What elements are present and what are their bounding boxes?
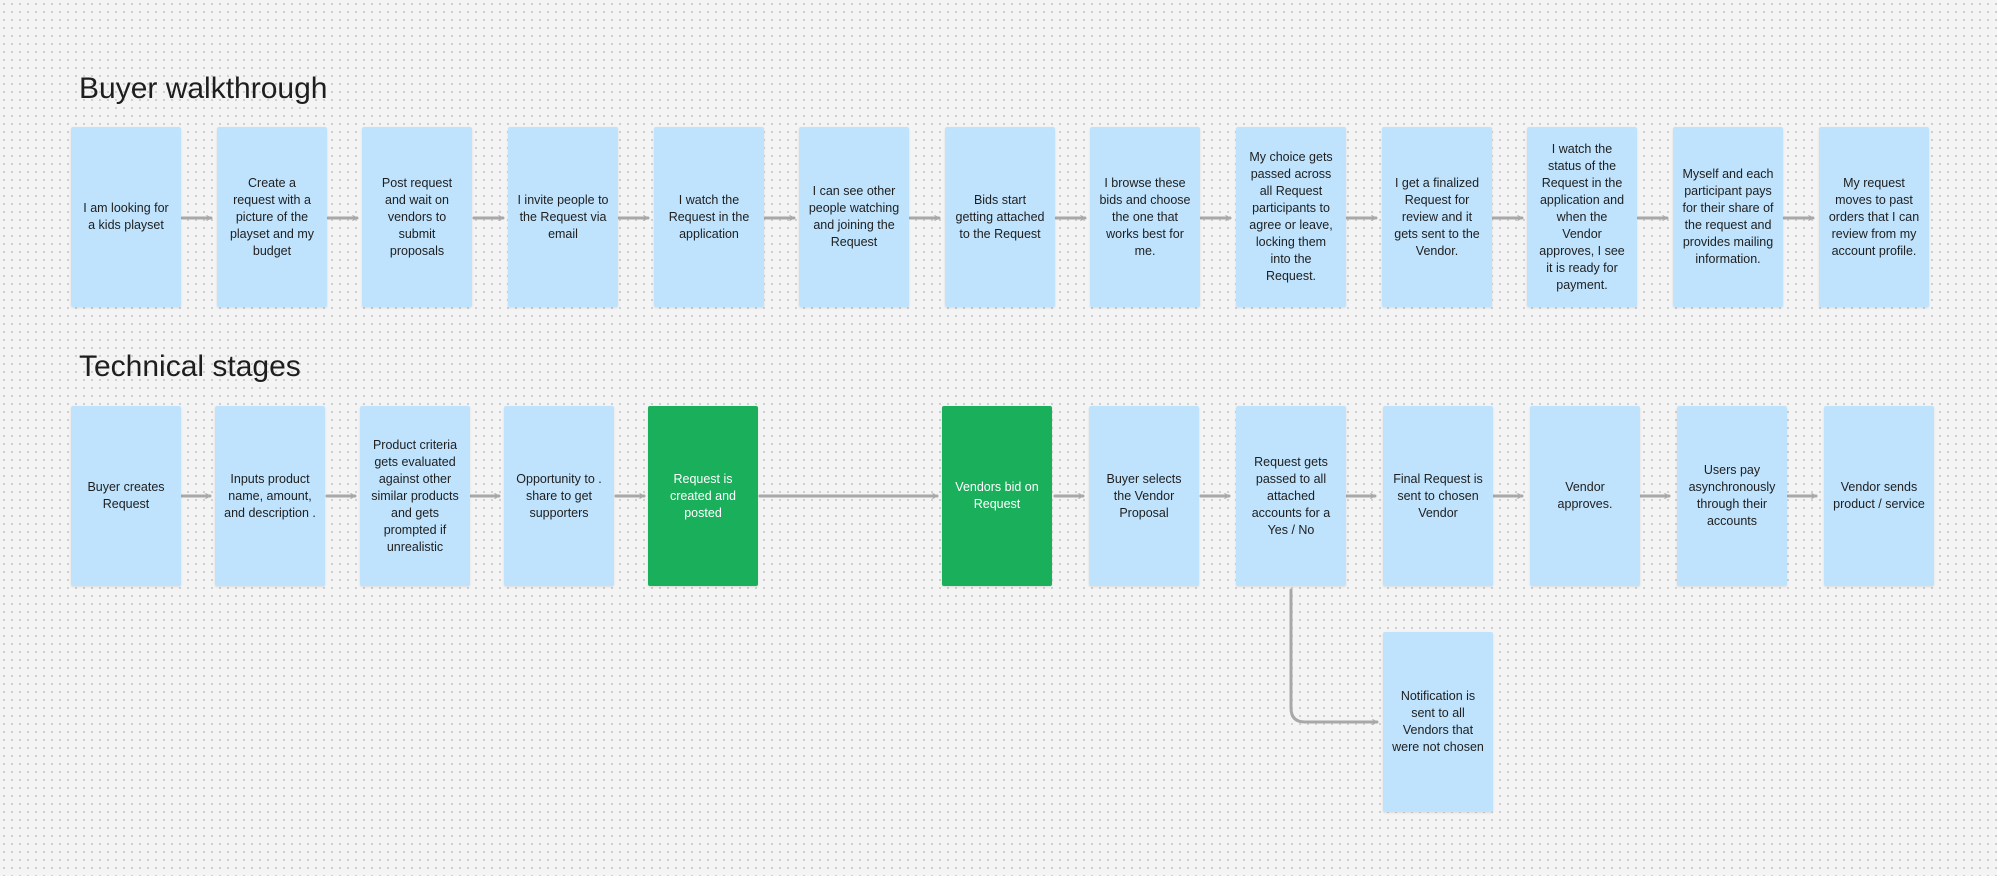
note-text: I browse these bids and choose the one t… xyxy=(1099,175,1191,258)
tech-stage-8-note[interactable]: Request gets passed to all attached acco… xyxy=(1236,406,1346,586)
tech-stage-9-note[interactable]: Final Request is sent to chosen Vendor xyxy=(1383,406,1493,586)
buyer-step-1-note[interactable]: I am looking for a kids playset xyxy=(71,127,181,307)
buyer-step-12-note[interactable]: Myself and each participant pays for the… xyxy=(1673,127,1783,307)
note-text: Opportunity to . share to get supporters xyxy=(516,471,602,520)
note-text: Vendor sends product / service xyxy=(1833,480,1925,511)
buyer-step-8-note[interactable]: I browse these bids and choose the one t… xyxy=(1090,127,1200,307)
tech-stage-6-note[interactable]: Vendors bid on Request xyxy=(942,406,1052,586)
tech-stage-1-note[interactable]: Buyer creates Request xyxy=(71,406,181,586)
note-text: Post request and wait on vendors to subm… xyxy=(381,175,453,258)
note-text: Vendor approves. xyxy=(1557,480,1613,511)
note-text: Product criteria gets evaluated against … xyxy=(371,437,459,554)
note-text: Request gets passed to all attached acco… xyxy=(1251,454,1331,537)
tech-stage-10-note[interactable]: Vendor approves. xyxy=(1530,406,1640,586)
note-text: Inputs product name, amount, and descrip… xyxy=(224,471,316,520)
note-text: Notification is sent to all Vendors that… xyxy=(1392,689,1484,754)
buyer-step-3-note[interactable]: Post request and wait on vendors to subm… xyxy=(362,127,472,307)
notification-branch-note[interactable]: Notification is sent to all Vendors that… xyxy=(1383,632,1493,812)
tech-stage-12-note[interactable]: Vendor sends product / service xyxy=(1824,406,1934,586)
buyer-step-7-note[interactable]: Bids start getting attached to the Reque… xyxy=(945,127,1055,307)
note-text: Buyer selects the Vendor Proposal xyxy=(1106,471,1182,520)
tech-stage-7-note[interactable]: Buyer selects the Vendor Proposal xyxy=(1089,406,1199,586)
note-text: Myself and each participant pays for the… xyxy=(1682,167,1774,266)
note-text: Users pay asynchronously through their a… xyxy=(1688,463,1776,528)
note-text: I watch the status of the Request in the… xyxy=(1539,141,1625,292)
note-text: Buyer creates Request xyxy=(87,480,165,511)
note-text: Final Request is sent to chosen Vendor xyxy=(1393,471,1483,520)
note-text: I can see other people watching and join… xyxy=(808,184,900,249)
note-text: Create a request with a picture of the p… xyxy=(229,175,315,258)
note-text: My request moves to past orders that I c… xyxy=(1828,175,1920,258)
buyer-step-6-note[interactable]: I can see other people watching and join… xyxy=(799,127,909,307)
note-text: Request is created and posted xyxy=(669,471,737,520)
note-text: Bids start getting attached to the Reque… xyxy=(955,192,1045,241)
note-text: I am looking for a kids playset xyxy=(83,201,169,232)
tech-stage-5-note[interactable]: Request is created and posted xyxy=(648,406,758,586)
note-text: I invite people to the Request via email xyxy=(517,192,609,241)
tech-stage-3-note[interactable]: Product criteria gets evaluated against … xyxy=(360,406,470,586)
note-text: I get a finalized Request for review and… xyxy=(1394,175,1480,258)
buyer-step-4-note[interactable]: I invite people to the Request via email xyxy=(508,127,618,307)
tech-stage-4-note[interactable]: Opportunity to . share to get supporters xyxy=(504,406,614,586)
note-text: I watch the Request in the application xyxy=(668,192,750,241)
buyer-step-2-note[interactable]: Create a request with a picture of the p… xyxy=(217,127,327,307)
tech-stage-11-note[interactable]: Users pay asynchronously through their a… xyxy=(1677,406,1787,586)
branch-arrow-connector[interactable] xyxy=(1289,588,1379,725)
buyer-walkthrough-title: Buyer walkthrough xyxy=(79,72,328,105)
technical-stages-title: Technical stages xyxy=(79,350,301,383)
buyer-step-9-note[interactable]: My choice gets passed across all Request… xyxy=(1236,127,1346,307)
buyer-step-5-note[interactable]: I watch the Request in the application xyxy=(654,127,764,307)
buyer-step-13-note[interactable]: My request moves to past orders that I c… xyxy=(1819,127,1929,307)
note-text: My choice gets passed across all Request… xyxy=(1249,150,1333,283)
tech-stage-2-note[interactable]: Inputs product name, amount, and descrip… xyxy=(215,406,325,586)
buyer-step-10-note[interactable]: I get a finalized Request for review and… xyxy=(1382,127,1492,307)
note-text: Vendors bid on Request xyxy=(955,480,1039,511)
buyer-step-11-note[interactable]: I watch the status of the Request in the… xyxy=(1527,127,1637,307)
